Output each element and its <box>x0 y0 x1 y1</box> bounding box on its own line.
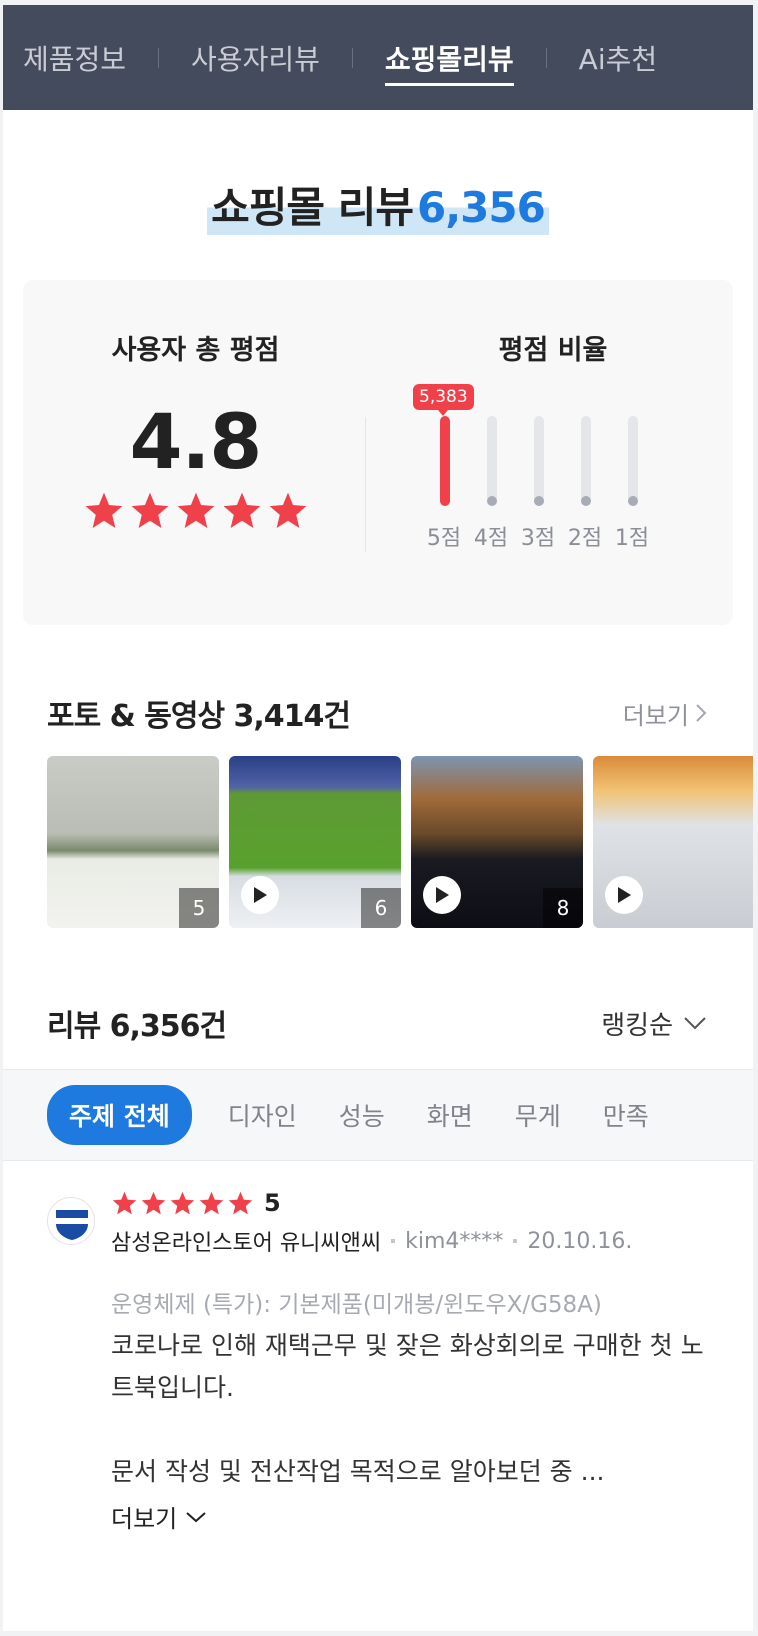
rating-bar-track <box>628 416 638 506</box>
review-meta: 삼성온라인스토어 유니씨앤씨 kim4**** 20.10.16. <box>111 1225 711 1257</box>
tab-user-reviews[interactable]: 사용자리뷰 <box>191 5 320 110</box>
photo-count-badge: 6 <box>361 888 401 928</box>
rating-bar-fill <box>440 416 450 506</box>
rating-divider <box>365 417 366 552</box>
rating-bar-label: 1점 <box>614 526 650 551</box>
rating-bar-track <box>440 416 450 506</box>
star-icon <box>131 492 168 528</box>
rating-bar-1: 1점 <box>610 392 654 572</box>
review-page: 제품정보 사용자리뷰 쇼핑몰리뷰 Ai추천 쇼핑몰 리뷰6,356 사용자 총 … <box>3 5 753 1631</box>
rating-bar-track <box>487 416 497 506</box>
star-icon <box>269 492 306 528</box>
play-icon <box>605 876 643 914</box>
review-section-title: 리뷰 6,356건 <box>47 1009 227 1044</box>
topic-chip[interactable]: 화면 <box>421 1097 479 1133</box>
photo-more-label: 더보기 <box>622 701 689 730</box>
star-icon <box>228 1191 253 1214</box>
star-icon <box>141 1191 166 1214</box>
photo-thumbnail[interactable]: 8 <box>411 756 583 928</box>
meta-separator <box>513 1239 518 1243</box>
topic-chip[interactable]: 주제 전체 <box>47 1085 192 1145</box>
rating-count-bubble: 5,383 <box>413 384 474 416</box>
star-icon <box>223 492 260 528</box>
chevron-right-icon <box>696 704 707 722</box>
review-total-count: 6,356 <box>416 183 546 232</box>
rating-bar-track <box>534 416 544 506</box>
photo-section-title: 포토 & 동영상 3,414건 <box>47 699 351 734</box>
tab-divider <box>545 47 547 68</box>
photo-count-badge: 5 <box>179 888 219 928</box>
tab-ai-recommend[interactable]: Ai추천 <box>579 5 657 110</box>
tab-divider <box>158 47 160 68</box>
rating-bar-label: 4점 <box>473 526 509 551</box>
rating-ratio-bars: 5,383 5점 4점 3점 2점 1점 <box>413 384 662 572</box>
rating-summary: 사용자 총 평점 4.8 평점 비율 5,383 5점 4점 3점 2점 1점 <box>23 280 733 625</box>
rating-ratio-label: 평점 비율 <box>498 335 608 366</box>
review-text-paragraph: 코로나로 인해 재택근무 및 잦은 화상회의로 구매한 첫 노트북입니다. <box>111 1331 704 1402</box>
review-date: 20.10.16. <box>527 1228 633 1254</box>
samsung-partner-logo <box>56 1210 88 1240</box>
sort-label: 랭킹순 <box>601 1010 673 1041</box>
rating-bar-label: 5점 <box>426 526 462 551</box>
topic-chip[interactable]: 디자인 <box>222 1097 303 1133</box>
star-icon <box>177 492 214 528</box>
topic-chip[interactable]: 무게 <box>509 1097 567 1133</box>
top-tab-bar: 제품정보 사용자리뷰 쇼핑몰리뷰 Ai추천 <box>3 5 753 110</box>
tab-product-info[interactable]: 제품정보 <box>23 5 126 110</box>
rating-stars <box>23 490 368 532</box>
rating-ratio: 평점 비율 5,383 5점 4점 3점 2점 1점 <box>373 280 733 625</box>
rating-bar-dot <box>581 496 591 506</box>
page-title-text: 쇼핑몰 리뷰 <box>211 183 414 232</box>
photo-count-badge: 8 <box>543 888 583 928</box>
avatar <box>47 1197 95 1245</box>
page-title: 쇼핑몰 리뷰6,356 <box>207 174 549 235</box>
review-option: 운영체제 (특가): 기본제품(미개봉/윈도우X/G58A) <box>111 1292 602 1318</box>
rating-bar-dot <box>534 496 544 506</box>
photo-thumbnail[interactable]: 5 <box>47 756 219 928</box>
rating-bar-label: 2점 <box>567 526 603 551</box>
total-rating-score: 4.8 <box>129 397 263 486</box>
star-icon <box>112 1191 137 1214</box>
star-icon <box>85 492 122 528</box>
review-section-header: 리뷰 6,356건 랭킹순 <box>47 1001 707 1045</box>
rating-bar-dot <box>628 496 638 506</box>
rating-bar-4: 4점 <box>469 392 513 572</box>
review-score: 5 <box>264 1189 281 1217</box>
rating-bar-5: 5,383 5점 <box>413 384 474 572</box>
photo-thumbnail[interactable]: 6 <box>229 756 401 928</box>
rating-bar-dot <box>487 496 497 506</box>
review-stars: 5 <box>111 1189 711 1217</box>
topic-chip[interactable]: 성능 <box>333 1097 391 1133</box>
rating-bar-label: 3점 <box>520 526 556 551</box>
total-rating-label: 사용자 총 평점 <box>111 335 280 366</box>
star-icon <box>199 1191 224 1214</box>
photo-section-header: 포토 & 동영상 3,414건 더보기 <box>47 691 707 735</box>
chevron-down-icon <box>186 1511 206 1522</box>
review-more-label: 더보기 <box>111 1505 178 1533</box>
review-store: 삼성온라인스토어 유니씨앤씨 <box>111 1231 382 1256</box>
review-more-button[interactable]: 더보기 <box>111 1499 711 1534</box>
sort-dropdown[interactable]: 랭킹순 <box>601 1005 707 1042</box>
review-user: kim4**** <box>405 1228 504 1254</box>
rating-bar-2: 2점 <box>563 392 607 572</box>
play-icon <box>241 876 279 914</box>
topic-chip[interactable]: 만족 <box>597 1097 655 1133</box>
total-rating: 사용자 총 평점 4.8 <box>23 280 368 625</box>
review-text-paragraph: 문서 작성 및 전산작업 목적으로 알아보던 중 ... <box>111 1457 605 1486</box>
review-item: 5 삼성온라인스토어 유니씨앤씨 kim4**** 20.10.16. 운영체제… <box>111 1189 711 1534</box>
photo-strip: 5 6 8 <box>47 756 753 928</box>
play-icon <box>423 876 461 914</box>
star-icon <box>170 1191 195 1214</box>
rating-bar-3: 3점 <box>516 392 560 572</box>
tab-divider <box>351 47 353 68</box>
review-text: 코로나로 인해 재택근무 및 잦은 화상회의로 구매한 첫 노트북입니다. 문서… <box>111 1325 711 1493</box>
meta-separator <box>391 1239 396 1243</box>
tab-shopping-reviews[interactable]: 쇼핑몰리뷰 <box>384 5 514 110</box>
photo-more-link[interactable]: 더보기 <box>623 696 707 731</box>
topic-filter-bar: 주제 전체 디자인 성능 화면 무게 만족 <box>3 1069 753 1161</box>
photo-thumbnail[interactable] <box>593 756 753 928</box>
rating-bar-track <box>581 416 591 506</box>
chevron-down-icon <box>684 1017 706 1030</box>
